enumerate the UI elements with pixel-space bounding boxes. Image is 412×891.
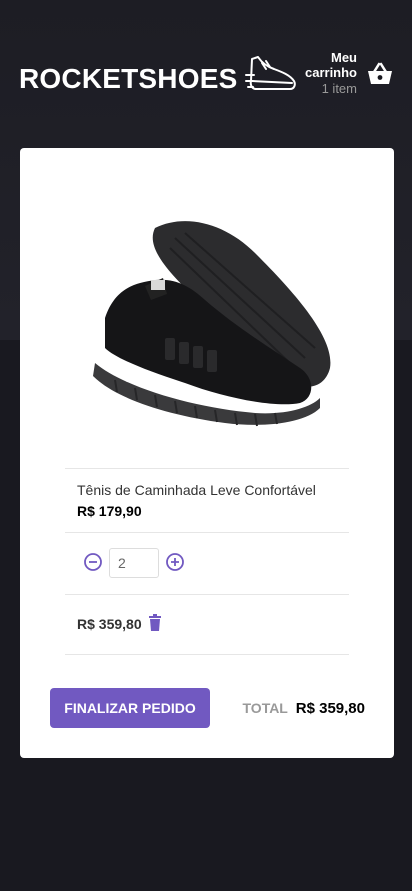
basket-icon — [368, 62, 392, 84]
checkout-button[interactable]: FINALIZAR PEDIDO — [50, 688, 210, 728]
logo-text[interactable]: ROCKETSHOES — [19, 63, 237, 95]
divider — [65, 654, 349, 655]
decrement-button[interactable] — [83, 552, 103, 572]
order-total: TOTAL R$ 359,80 — [243, 700, 366, 717]
divider — [65, 468, 349, 469]
trash-icon[interactable] — [148, 614, 162, 632]
cart-link[interactable]: Meu carrinho 1 item — [300, 50, 400, 98]
product-price: R$ 179,90 — [77, 503, 142, 519]
product-image — [93, 221, 331, 427]
sneaker-logo-icon[interactable] — [244, 53, 298, 95]
cart-title: Meu carrinho — [304, 50, 357, 80]
cart-card: Tênis de Caminhada Leve Confortável R$ 1… — [20, 148, 394, 758]
quantity-input[interactable] — [109, 548, 159, 578]
cart-info: Meu carrinho 1 item — [301, 50, 357, 97]
increment-button[interactable] — [165, 552, 185, 572]
divider — [65, 532, 349, 533]
total-value: R$ 359,80 — [295, 700, 365, 717]
divider — [65, 594, 349, 595]
app-header: ROCKETSHOES Meu carrinho 1 item — [0, 0, 412, 150]
total-label: TOTAL — [242, 700, 288, 716]
cart-count: 1 item — [321, 81, 357, 96]
product-title: Tênis de Caminhada Leve Confortável — [77, 482, 316, 498]
subtotal: R$ 359,80 — [77, 616, 142, 632]
